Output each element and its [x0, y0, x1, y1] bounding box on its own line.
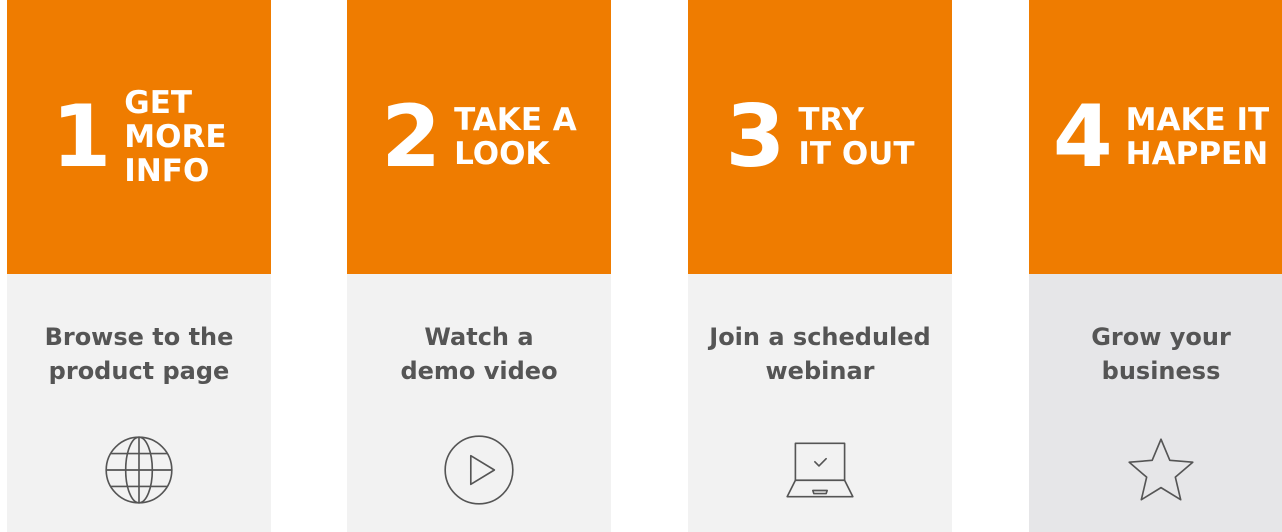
globe-icon — [98, 429, 180, 511]
step-body-1: Browse to the product page — [7, 274, 271, 532]
step-number-3: 3 — [725, 87, 786, 187]
step-description-2: Watch a demo video — [400, 323, 558, 385]
star-icon — [1120, 429, 1202, 511]
step-body-3: Join a scheduled webinar — [688, 274, 952, 532]
step-number-1: 1 — [51, 87, 111, 187]
step-title-3: TRY IT OUT — [798, 102, 915, 172]
step-header-3: 3 TRY IT OUT — [688, 0, 952, 274]
step-number-4: 4 — [1052, 87, 1113, 187]
step-card-4[interactable]: 4 MAKE IT HAPPEN Grow your business — [1029, 0, 1282, 532]
laptop-icon — [779, 429, 861, 511]
step-body-2: Watch a demo video — [347, 274, 611, 532]
steps-container: 1 GET MORE INFO Browse to the product pa… — [0, 0, 1282, 532]
step-body-4: Grow your business — [1029, 274, 1282, 532]
step-description-1: Browse to the product page — [44, 323, 234, 385]
step-card-1[interactable]: 1 GET MORE INFO Browse to the product pa… — [7, 0, 271, 532]
step-header-4: 4 MAKE IT HAPPEN — [1029, 0, 1282, 274]
step-card-2[interactable]: 2 TAKE A LOOK Watch a demo video — [347, 0, 611, 532]
step-card-3[interactable]: 3 TRY IT OUT Join a scheduled webinar — [688, 0, 952, 532]
step-title-2: TAKE A LOOK — [454, 102, 577, 172]
step-description-3: Join a scheduled webinar — [709, 323, 931, 385]
step-header-1: 1 GET MORE INFO — [7, 0, 271, 274]
step-title-1: GET MORE INFO — [124, 85, 227, 189]
step-description-4: Grow your business — [1091, 323, 1231, 385]
step-header-2: 2 TAKE A LOOK — [347, 0, 611, 274]
step-title-4: MAKE IT HAPPEN — [1125, 102, 1270, 172]
step-number-2: 2 — [381, 87, 441, 187]
play-icon — [438, 429, 520, 511]
